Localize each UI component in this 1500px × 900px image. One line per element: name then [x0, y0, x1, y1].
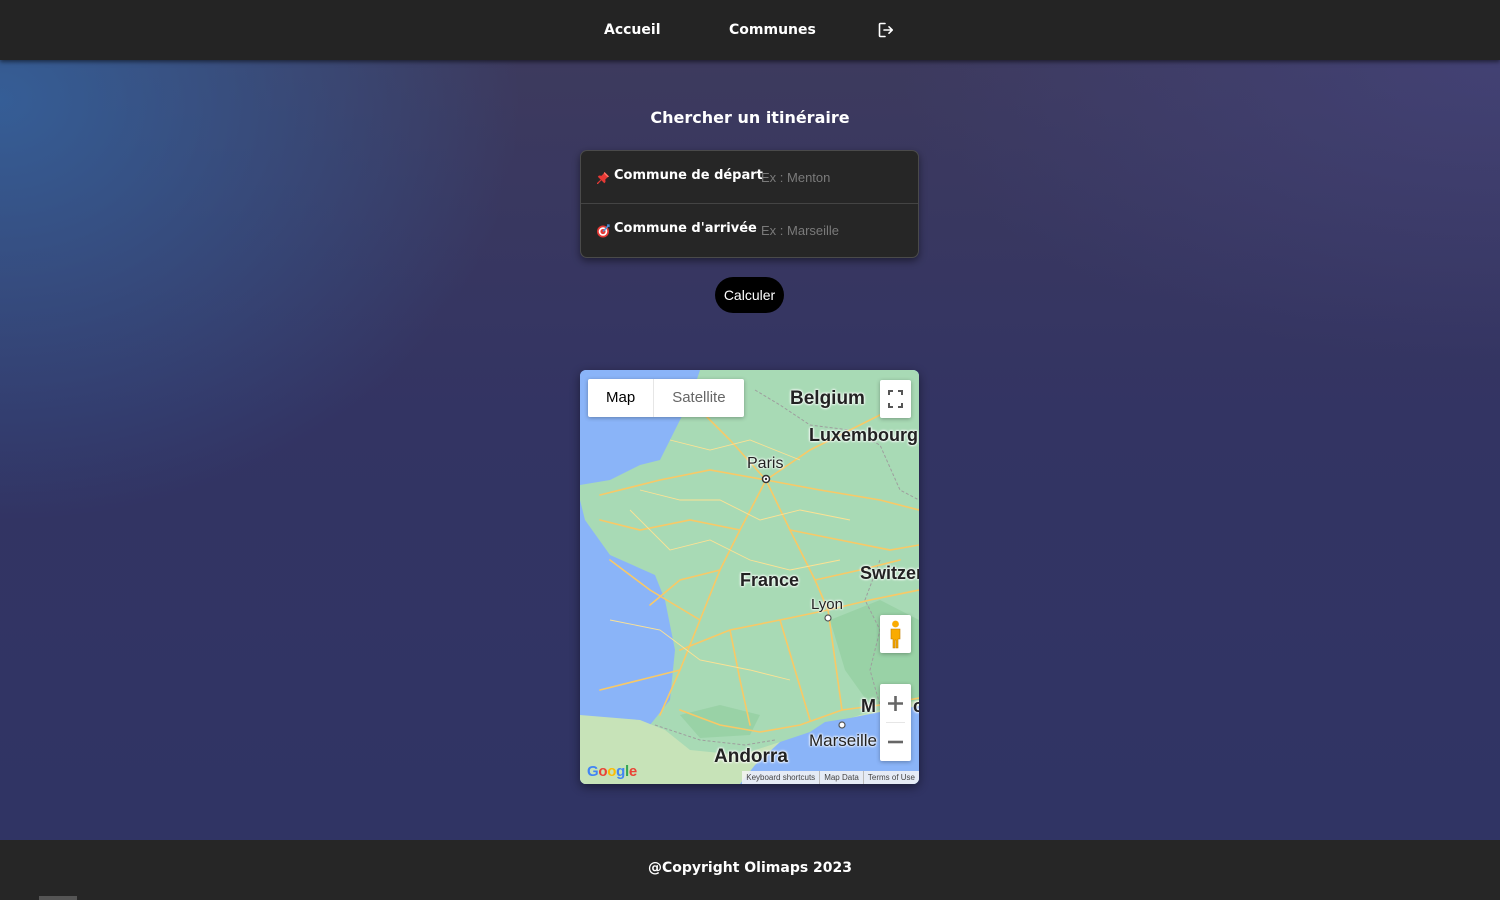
- map-label-paris: Paris: [747, 455, 784, 472]
- map-data-link[interactable]: Map Data: [819, 771, 863, 784]
- map-type-control: Map Satellite: [588, 379, 744, 417]
- main-content: Chercher un itinéraire Commune de départ: [0, 60, 1500, 840]
- map-type-satellite[interactable]: Satellite: [653, 379, 743, 417]
- map-label-monaco: M: [861, 696, 876, 716]
- departure-row: Commune de départ: [581, 151, 918, 204]
- nav-link-communes[interactable]: Communes: [729, 0, 816, 60]
- footer: @Copyright Olimaps 2023: [0, 840, 1500, 900]
- fullscreen-button[interactable]: [880, 380, 911, 418]
- pushpin-icon: [596, 170, 610, 184]
- calculate-button[interactable]: Calculer: [715, 277, 784, 313]
- route-form: Commune de départ Commune d'arrivée: [580, 150, 919, 258]
- fullscreen-icon: [888, 390, 903, 408]
- map-label-luxembourg: Luxembourg: [809, 425, 919, 445]
- map-label-andorra: Andorra: [714, 746, 788, 767]
- map-type-map[interactable]: Map: [588, 379, 653, 417]
- arrival-row: Commune d'arrivée: [581, 204, 918, 257]
- departure-input[interactable]: [761, 165, 906, 189]
- pegman-icon: [890, 620, 901, 649]
- street-view-button[interactable]: [880, 615, 911, 653]
- map-label-marseille: Marseille: [809, 731, 878, 750]
- map-label-belgium: Belgium: [790, 388, 865, 409]
- map-label-switzerland: Switzer: [860, 563, 919, 583]
- arrival-label: Commune d'arrivée: [614, 221, 757, 236]
- nav-link-accueil[interactable]: Accueil: [604, 0, 661, 60]
- departure-label: Commune de départ: [614, 168, 763, 183]
- logout-icon[interactable]: [877, 21, 895, 39]
- route-map[interactable]: Belgium Luxembourg Paris France Switzer …: [580, 370, 919, 784]
- scrollbar-thumb[interactable]: [39, 896, 77, 900]
- zoom-control: [880, 684, 911, 761]
- map-label-monaco-end: c: [913, 696, 919, 716]
- page-title: Chercher un itinéraire: [650, 108, 850, 127]
- zoom-out-button[interactable]: [880, 723, 911, 761]
- top-navbar: Accueil Communes: [0, 0, 1500, 60]
- google-logo: Google: [587, 763, 637, 780]
- zoom-in-button[interactable]: [880, 684, 911, 722]
- map-attribution: Keyboard shortcuts Map Data Terms of Use: [742, 771, 919, 784]
- map-label-france: France: [740, 570, 800, 590]
- terms-of-use-link[interactable]: Terms of Use: [862, 771, 919, 784]
- target-icon: [596, 223, 610, 238]
- keyboard-shortcuts-link[interactable]: Keyboard shortcuts: [742, 771, 819, 784]
- map-label-lyon: Lyon: [811, 596, 843, 613]
- arrival-input[interactable]: [761, 218, 906, 242]
- copyright-text: @Copyright Olimaps 2023: [647, 860, 853, 876]
